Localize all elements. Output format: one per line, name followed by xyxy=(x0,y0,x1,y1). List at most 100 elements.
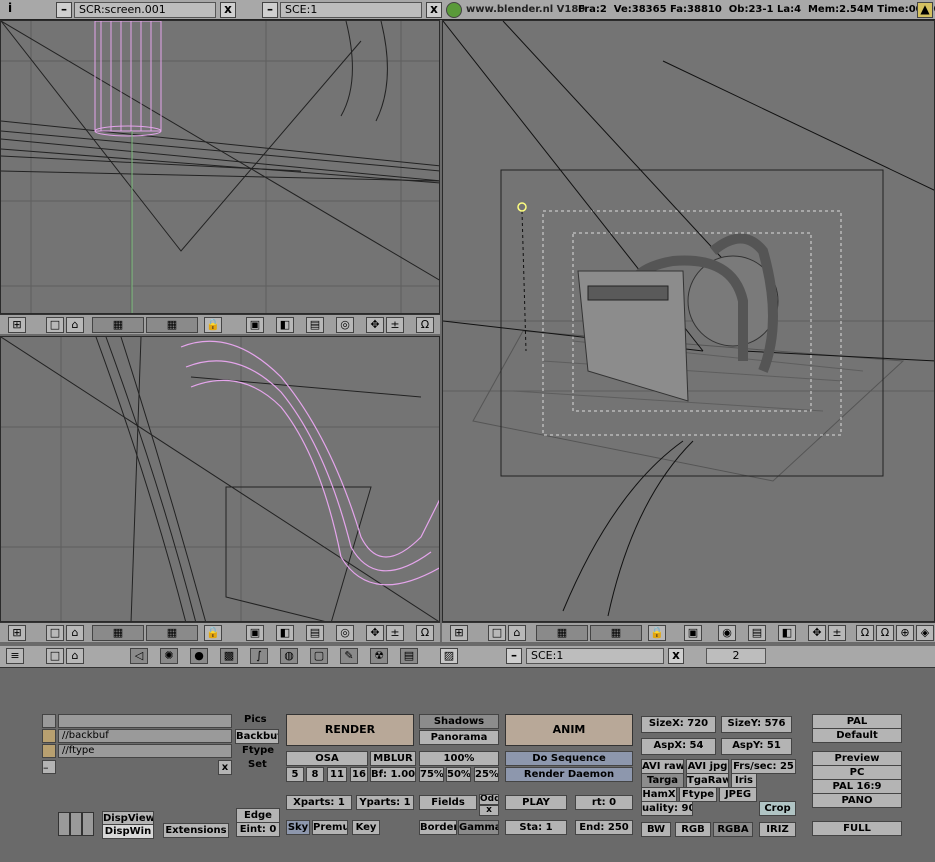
view-icon[interactable]: ▣ xyxy=(684,625,702,641)
rotate-icon[interactable]: Ω xyxy=(856,625,874,641)
do-sequence-button[interactable]: Do Sequence xyxy=(505,751,633,766)
home-icon[interactable]: ⌂ xyxy=(66,648,84,664)
layers-icon[interactable]: ▦ xyxy=(536,625,588,641)
rotate-icon[interactable]: Ω xyxy=(416,317,434,333)
bf-field[interactable]: Bf: 1.000 xyxy=(370,767,416,782)
bw-button[interactable]: BW xyxy=(641,822,671,837)
sphere-icon[interactable]: ◎ xyxy=(336,317,354,333)
osa-8-button[interactable]: 8 xyxy=(306,767,324,782)
lock-icon[interactable]: 🔒 xyxy=(204,317,222,333)
ftype-select-icon[interactable] xyxy=(42,744,56,758)
layers-icon[interactable]: ▦ xyxy=(92,317,144,333)
rgb-button[interactable]: RGB xyxy=(675,822,711,837)
avi-raw-button[interactable]: AVI raw xyxy=(641,759,684,774)
iris-button[interactable]: Iris xyxy=(731,773,757,788)
view-icon[interactable]: ▣ xyxy=(246,317,264,333)
home-icon[interactable]: ⌂ xyxy=(508,625,526,641)
aspy-field[interactable]: AspY: 51 xyxy=(721,738,792,755)
odd-button[interactable]: Odd xyxy=(479,794,499,805)
layers-icon-2[interactable]: ▦ xyxy=(590,625,642,641)
scene-menu-button[interactable]: – xyxy=(262,2,278,18)
yparts-field[interactable]: Yparts: 1 xyxy=(356,795,414,810)
quality-field[interactable]: uality: 90 xyxy=(641,801,693,816)
window-icon[interactable]: □ xyxy=(46,648,64,664)
osa-button[interactable]: OSA xyxy=(286,751,368,766)
sky-button[interactable]: Sky xyxy=(286,820,310,835)
anim-icon[interactable]: ∫ xyxy=(250,648,268,664)
screen-close-button[interactable]: x xyxy=(220,2,236,18)
crop-button[interactable]: Crop xyxy=(759,801,796,816)
xparts-field[interactable]: Xparts: 1 xyxy=(286,795,352,810)
ftype-path-field[interactable]: //ftype xyxy=(58,744,232,758)
scale-icon[interactable]: ◈ xyxy=(916,625,934,641)
gamma-button[interactable]: Gamma xyxy=(458,820,499,835)
move-icon[interactable]: ✥ xyxy=(366,625,384,641)
backbuf-button[interactable]: Backbuf xyxy=(235,729,279,744)
scene-field[interactable]: SCE:1 xyxy=(526,648,664,664)
pics-path-field[interactable] xyxy=(58,714,232,728)
fields-button[interactable]: Fields xyxy=(419,795,477,810)
render-buttons-icon[interactable]: ▨ xyxy=(440,648,458,664)
edge-button[interactable]: Edge xyxy=(236,808,280,823)
rotate-icon-2[interactable]: Ω xyxy=(876,625,894,641)
camera-icon[interactable]: ◧ xyxy=(778,625,796,641)
pics-select-icon[interactable] xyxy=(42,714,56,728)
target-icon[interactable]: ⊕ xyxy=(896,625,914,641)
jpeg-button[interactable]: JPEG xyxy=(719,787,757,802)
script-icon[interactable]: ▤ xyxy=(400,648,418,664)
lock-icon[interactable]: 🔒 xyxy=(204,625,222,641)
sphere-icon[interactable]: ◎ xyxy=(336,625,354,641)
layers-icon-2[interactable]: ▦ xyxy=(146,625,198,641)
move-icon[interactable]: ✥ xyxy=(808,625,826,641)
set-clear-button[interactable]: x xyxy=(218,760,232,775)
pano-preset-button[interactable]: PANO xyxy=(812,793,902,808)
render-button[interactable]: RENDER xyxy=(286,714,414,746)
scene-name-field[interactable]: SCE:1 xyxy=(280,2,422,18)
render-daemon-button[interactable]: Render Daemon xyxy=(505,767,633,782)
texture-icon[interactable]: ▩ xyxy=(220,648,238,664)
scene-close-button[interactable]: x xyxy=(668,648,684,664)
eye-icon[interactable]: ◉ xyxy=(718,625,736,641)
key-button[interactable]: Key xyxy=(352,820,380,835)
plusminus-icon[interactable]: ± xyxy=(386,625,404,641)
menu-icon[interactable]: ⊞ xyxy=(8,317,26,333)
anim-button[interactable]: ANIM xyxy=(505,714,633,746)
view-icon[interactable]: ▣ xyxy=(246,625,264,641)
size-75-button[interactable]: 75% xyxy=(419,767,444,782)
plusminus-icon[interactable]: ± xyxy=(386,317,404,333)
window-icon[interactable]: □ xyxy=(488,625,506,641)
grid-icon[interactable]: ▤ xyxy=(748,625,766,641)
menu-icon[interactable]: ⊞ xyxy=(8,625,26,641)
size-100-button[interactable]: 100% xyxy=(419,751,499,766)
avi-jpg-button[interactable]: AVI jpg xyxy=(686,759,729,774)
pal-preset-button[interactable]: PAL xyxy=(812,714,902,729)
window-icon[interactable]: □ xyxy=(46,317,64,333)
pc-preset-button[interactable]: PC xyxy=(812,765,902,780)
cube-icon[interactable]: ◧ xyxy=(276,317,294,333)
move-icon[interactable]: ✥ xyxy=(366,317,384,333)
shadows-button[interactable]: Shadows xyxy=(419,714,499,729)
sizey-field[interactable]: SizeY: 576 xyxy=(721,716,792,733)
size-50-button[interactable]: 50% xyxy=(446,767,471,782)
start-frame-field[interactable]: Sta: 1 xyxy=(505,820,567,835)
view-buttons-icon[interactable]: ◁ xyxy=(130,648,148,664)
sizex-field[interactable]: SizeX: 720 xyxy=(641,716,716,733)
preview-preset-button[interactable]: Preview xyxy=(812,751,902,766)
play-button[interactable]: PLAY xyxy=(505,795,567,810)
material-icon[interactable]: ● xyxy=(190,648,208,664)
targa-button[interactable]: Targa xyxy=(641,773,684,788)
osa-16-button[interactable]: 16 xyxy=(350,767,368,782)
viewport-top-left[interactable] xyxy=(0,20,440,314)
rgba-button[interactable]: RGBA xyxy=(713,822,753,837)
x-button[interactable]: x xyxy=(479,805,499,816)
ftype-button[interactable]: Ftype xyxy=(679,787,717,802)
screen-menu-button[interactable]: – xyxy=(56,2,72,18)
edit-icon[interactable]: ▤ xyxy=(306,625,324,641)
end-frame-field[interactable]: End: 250 xyxy=(575,820,633,835)
lock-icon[interactable]: 🔒 xyxy=(648,625,666,641)
set-menu-button[interactable]: – xyxy=(42,760,56,774)
fps-field[interactable]: Frs/sec: 25 xyxy=(731,759,796,774)
home-icon[interactable]: ⌂ xyxy=(66,625,84,641)
size-25-button[interactable]: 25% xyxy=(474,767,499,782)
extensions-button[interactable]: Extensions xyxy=(163,823,229,838)
